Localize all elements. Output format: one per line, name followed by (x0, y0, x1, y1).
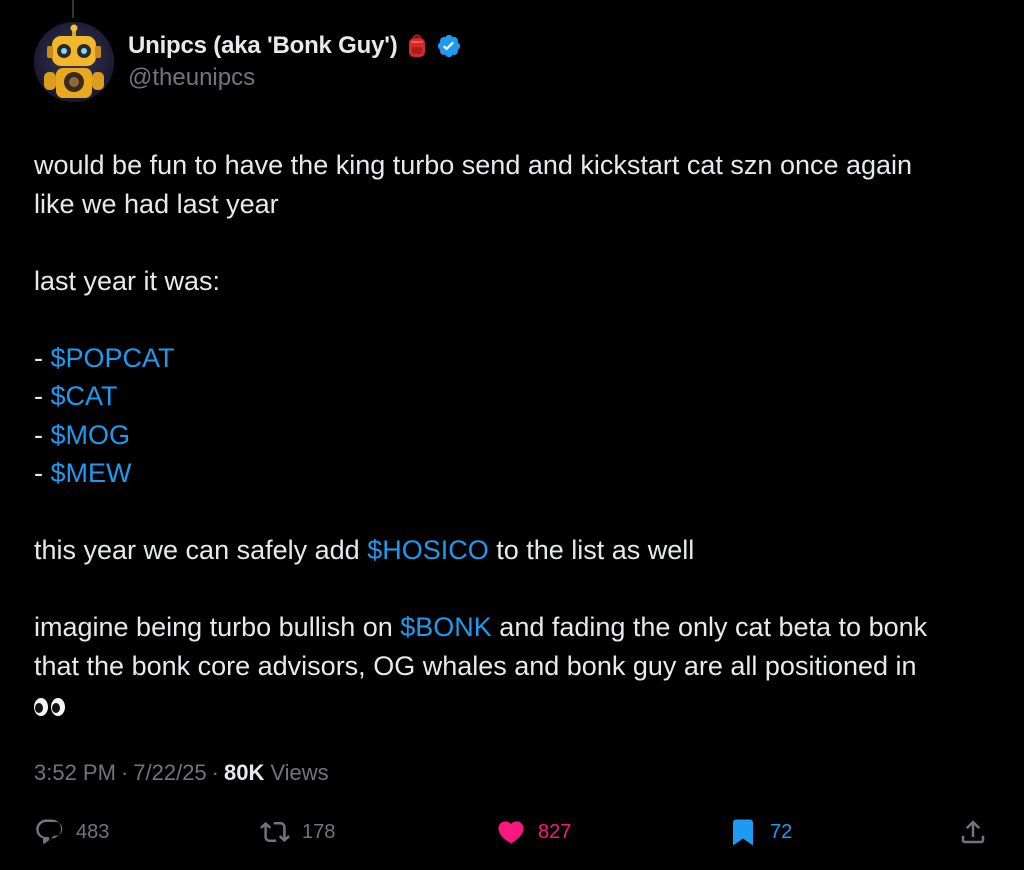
tweet-metadata: 3:52 PM · 7/22/25 · 80K Views (34, 760, 329, 786)
robot-avatar-icon (34, 22, 114, 102)
tweet-line: last year it was: (34, 265, 221, 296)
bookmark-count: 72 (770, 820, 793, 843)
retweet-count: 178 (302, 820, 336, 843)
list-item: - $MOG (34, 416, 994, 455)
bookmark-button[interactable]: 72 (728, 812, 792, 852)
author-handle[interactable]: @theunipcs (128, 64, 462, 92)
author-display-name[interactable]: Unipcs (aka 'Bonk Guy') (128, 32, 398, 60)
tweet-line (34, 685, 994, 724)
meta-separator: · (120, 760, 129, 785)
retweet-icon (260, 821, 290, 843)
tweet-line: like we had last year (34, 188, 279, 219)
list-item: - $MEW (34, 454, 994, 493)
reply-icon (36, 819, 63, 844)
retweet-button[interactable]: 178 (260, 812, 335, 852)
tweet-text-span: to the list as well (488, 535, 695, 565)
cashtag-link[interactable]: $MEW (51, 458, 132, 488)
tweet-action-bar: 483 178 827 72 (34, 812, 994, 852)
share-button[interactable] (958, 812, 988, 852)
tweet-line: this year we can safely add $HOSICO to t… (34, 531, 994, 570)
views-label: Views (270, 760, 329, 785)
tweet-text-span: imagine being turbo bullish on (34, 612, 401, 642)
cashtag-link[interactable]: $POPCAT (51, 343, 175, 373)
tweet-line: would be fun to have the king turbo send… (34, 150, 913, 180)
thread-connector-line (72, 0, 74, 18)
meta-separator: · (211, 760, 219, 785)
eyes-emoji-icon (34, 697, 65, 716)
list-bullet: - (34, 381, 51, 411)
cashtag-link[interactable]: $BONK (400, 612, 492, 642)
tweet-author: Unipcs (aka 'Bonk Guy') @theunipcs (128, 30, 462, 92)
list-item: - $POPCAT (34, 339, 994, 378)
avatar[interactable] (34, 22, 114, 102)
heart-icon (498, 821, 524, 844)
tweet-line: that the bonk core advisors, OG whales a… (34, 650, 917, 681)
cashtag-link[interactable]: $CAT (51, 381, 118, 411)
like-button[interactable]: 827 (496, 812, 571, 852)
tweet-time[interactable]: 3:52 PM (34, 760, 116, 786)
cashtag-link[interactable]: $HOSICO (367, 535, 489, 565)
share-icon (961, 820, 985, 844)
like-count: 827 (538, 820, 572, 843)
backpack-icon (406, 33, 428, 59)
tweet-text-span: this year we can safely add (34, 535, 368, 565)
reply-count: 483 (76, 820, 110, 843)
bookmark-icon (733, 819, 753, 846)
list-bullet: - (34, 419, 51, 450)
list-bullet: - (34, 342, 51, 373)
tweet-date[interactable]: 7/22/25 (133, 760, 206, 786)
reply-button[interactable]: 483 (34, 812, 109, 852)
list-bullet: - (34, 458, 51, 488)
tweet-text: would be fun to have the king turbo send… (34, 146, 994, 724)
verified-badge-icon[interactable] (436, 33, 462, 59)
list-item: - $CAT (34, 377, 994, 416)
views-count: 80K (224, 760, 265, 785)
tweet-text-span: and fading the only cat beta to bonk (491, 612, 928, 642)
tweet-line: imagine being turbo bullish on $BONK and… (34, 608, 994, 647)
cashtag-link[interactable]: $MOG (51, 420, 131, 450)
